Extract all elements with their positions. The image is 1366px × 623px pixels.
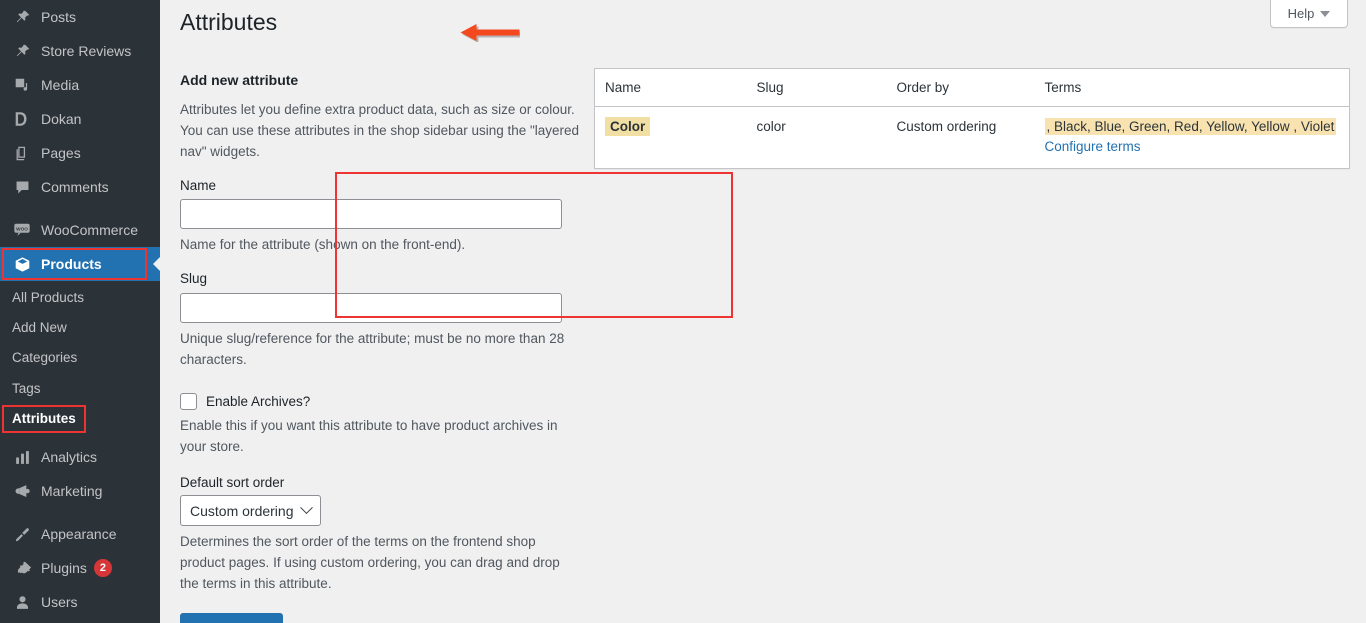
sidebar-item-woocommerce[interactable]: WOO WooCommerce <box>0 213 160 247</box>
sidebar-item-add-new[interactable]: Add New <box>0 313 160 343</box>
sidebar-item-label: Media <box>41 77 80 93</box>
sidebar-item-attributes[interactable]: Attributes <box>0 404 160 434</box>
help-label: Help <box>1287 6 1315 21</box>
annotation-arrow-left-icon <box>460 24 520 42</box>
sidebar-item-media[interactable]: Media <box>0 68 160 102</box>
sidebar-separator <box>0 508 160 517</box>
chevron-down-icon <box>299 501 313 515</box>
default-sort-order-select[interactable]: Custom ordering <box>180 495 321 527</box>
column-header-slug: Slug <box>746 68 887 107</box>
attribute-name-input[interactable] <box>180 199 562 230</box>
plugins-update-badge: 2 <box>93 559 112 578</box>
enable-archives-label: Enable Archives? <box>206 393 311 409</box>
enable-archives-row[interactable]: Enable Archives? <box>180 392 580 410</box>
sidebar-separator <box>0 204 160 213</box>
megaphone-icon <box>12 481 32 501</box>
sidebar-item-label: Marketing <box>41 483 103 500</box>
enable-archives-checkbox[interactable] <box>180 392 197 410</box>
sidebar-item-label: Comments <box>41 179 109 195</box>
table-header-row: Name Slug Order by Terms <box>594 68 1350 107</box>
cell-slug: color <box>746 106 887 169</box>
name-hint: Name for the attribute (shown on the fro… <box>180 237 466 253</box>
sidebar-item-label: Pages <box>41 145 81 161</box>
sidebar-item-label: Plugins <box>41 560 87 577</box>
configure-terms-link[interactable]: Configure terms <box>1045 139 1141 154</box>
sidebar-item-comments[interactable]: Comments <box>0 170 160 204</box>
sidebar-item-dokan[interactable]: Dokan <box>0 102 160 136</box>
sidebar-item-label: Users <box>41 594 78 611</box>
column-header-orderby: Order by <box>886 68 1035 107</box>
sidebar-item-tags[interactable]: Tags <box>0 374 160 404</box>
sidebar-item-label: Products <box>41 256 102 272</box>
sidebar-item-users[interactable]: Users <box>0 585 160 619</box>
media-icon <box>12 75 32 95</box>
sidebar-item-pages[interactable]: Pages <box>0 136 160 170</box>
sort-order-hint: Determines the sort order of the terms o… <box>180 534 560 592</box>
main-content: Help Attributes Add new attribute Attrib… <box>160 0 1366 623</box>
sidebar-item-store-reviews[interactable]: Store Reviews <box>0 34 160 68</box>
sidebar-item-products[interactable]: Products <box>0 247 160 281</box>
slug-label: Slug <box>180 271 208 287</box>
table-row[interactable]: Color color Custom ordering , Black, Blu… <box>594 106 1350 169</box>
sidebar-item-all-products[interactable]: All Products <box>0 283 160 313</box>
sidebar-item-appearance[interactable]: Appearance <box>0 517 160 551</box>
pin-icon <box>12 41 32 61</box>
add-attribute-form: Add new attribute Attributes let you def… <box>180 72 580 623</box>
attribute-slug-input[interactable] <box>180 292 562 323</box>
sort-order-label: Default sort order <box>180 475 285 491</box>
column-header-terms: Terms <box>1034 68 1350 107</box>
chevron-down-icon <box>1320 10 1331 17</box>
sidebar-item-plugins[interactable]: Plugins 2 <box>0 551 160 585</box>
paintbrush-icon <box>12 524 32 544</box>
cell-name: Color <box>594 106 747 169</box>
sidebar-item-label: WooCommerce <box>41 222 138 238</box>
attributes-table: Name Slug Order by Terms Color color Cus… <box>594 68 1350 169</box>
form-heading: Add new attribute <box>180 72 299 88</box>
slug-hint: Unique slug/reference for the attribute;… <box>180 330 565 367</box>
terms-list: , Black, Blue, Green, Red, Yellow, Yello… <box>1044 118 1337 135</box>
sidebar-item-label: Dokan <box>41 111 82 127</box>
analytics-bars-icon <box>12 447 32 467</box>
pages-icon <box>12 143 32 163</box>
products-box-icon <box>12 254 32 274</box>
cell-terms: , Black, Blue, Green, Red, Yellow, Yello… <box>1034 106 1350 169</box>
admin-sidebar: Posts Store Reviews Media Dokan Pages Co… <box>0 0 160 623</box>
woocommerce-icon: WOO <box>12 220 32 240</box>
sidebar-item-posts[interactable]: Posts <box>0 0 160 34</box>
dokan-d-icon <box>12 109 32 129</box>
archives-hint: Enable this if you want this attribute t… <box>180 417 558 454</box>
help-button[interactable]: Help <box>1270 0 1348 28</box>
sidebar-item-marketing[interactable]: Marketing <box>0 474 160 508</box>
sidebar-item-label: Store Reviews <box>41 43 132 59</box>
admin-screen: Posts Store Reviews Media Dokan Pages Co… <box>0 0 1366 623</box>
page-title: Attributes <box>180 9 278 35</box>
sidebar-item-analytics[interactable]: Analytics <box>0 440 160 474</box>
table-head: Name Slug Order by Terms <box>594 68 1350 107</box>
user-icon <box>12 592 32 612</box>
sidebar-item-categories[interactable]: Categories <box>0 343 160 373</box>
sidebar-item-label: Posts <box>41 9 77 25</box>
products-submenu: All Products Add New Categories Tags Att… <box>0 281 160 441</box>
cell-orderby: Custom ordering <box>886 106 1035 169</box>
svg-text:WOO: WOO <box>16 226 28 231</box>
sidebar-item-label: Appearance <box>41 526 117 543</box>
plug-icon <box>12 558 32 578</box>
column-header-name: Name <box>594 68 747 107</box>
table-body: Color color Custom ordering , Black, Blu… <box>594 106 1350 169</box>
sidebar-item-label: Analytics <box>41 449 98 466</box>
pin-icon <box>12 7 32 27</box>
sort-order-value: Custom ordering <box>190 502 294 519</box>
form-description: Attributes let you define extra product … <box>180 102 580 159</box>
add-attribute-button[interactable]: Add attribute <box>180 613 283 623</box>
name-label: Name <box>180 177 217 193</box>
comment-icon <box>12 177 32 197</box>
attribute-name-value: Color <box>605 117 651 136</box>
